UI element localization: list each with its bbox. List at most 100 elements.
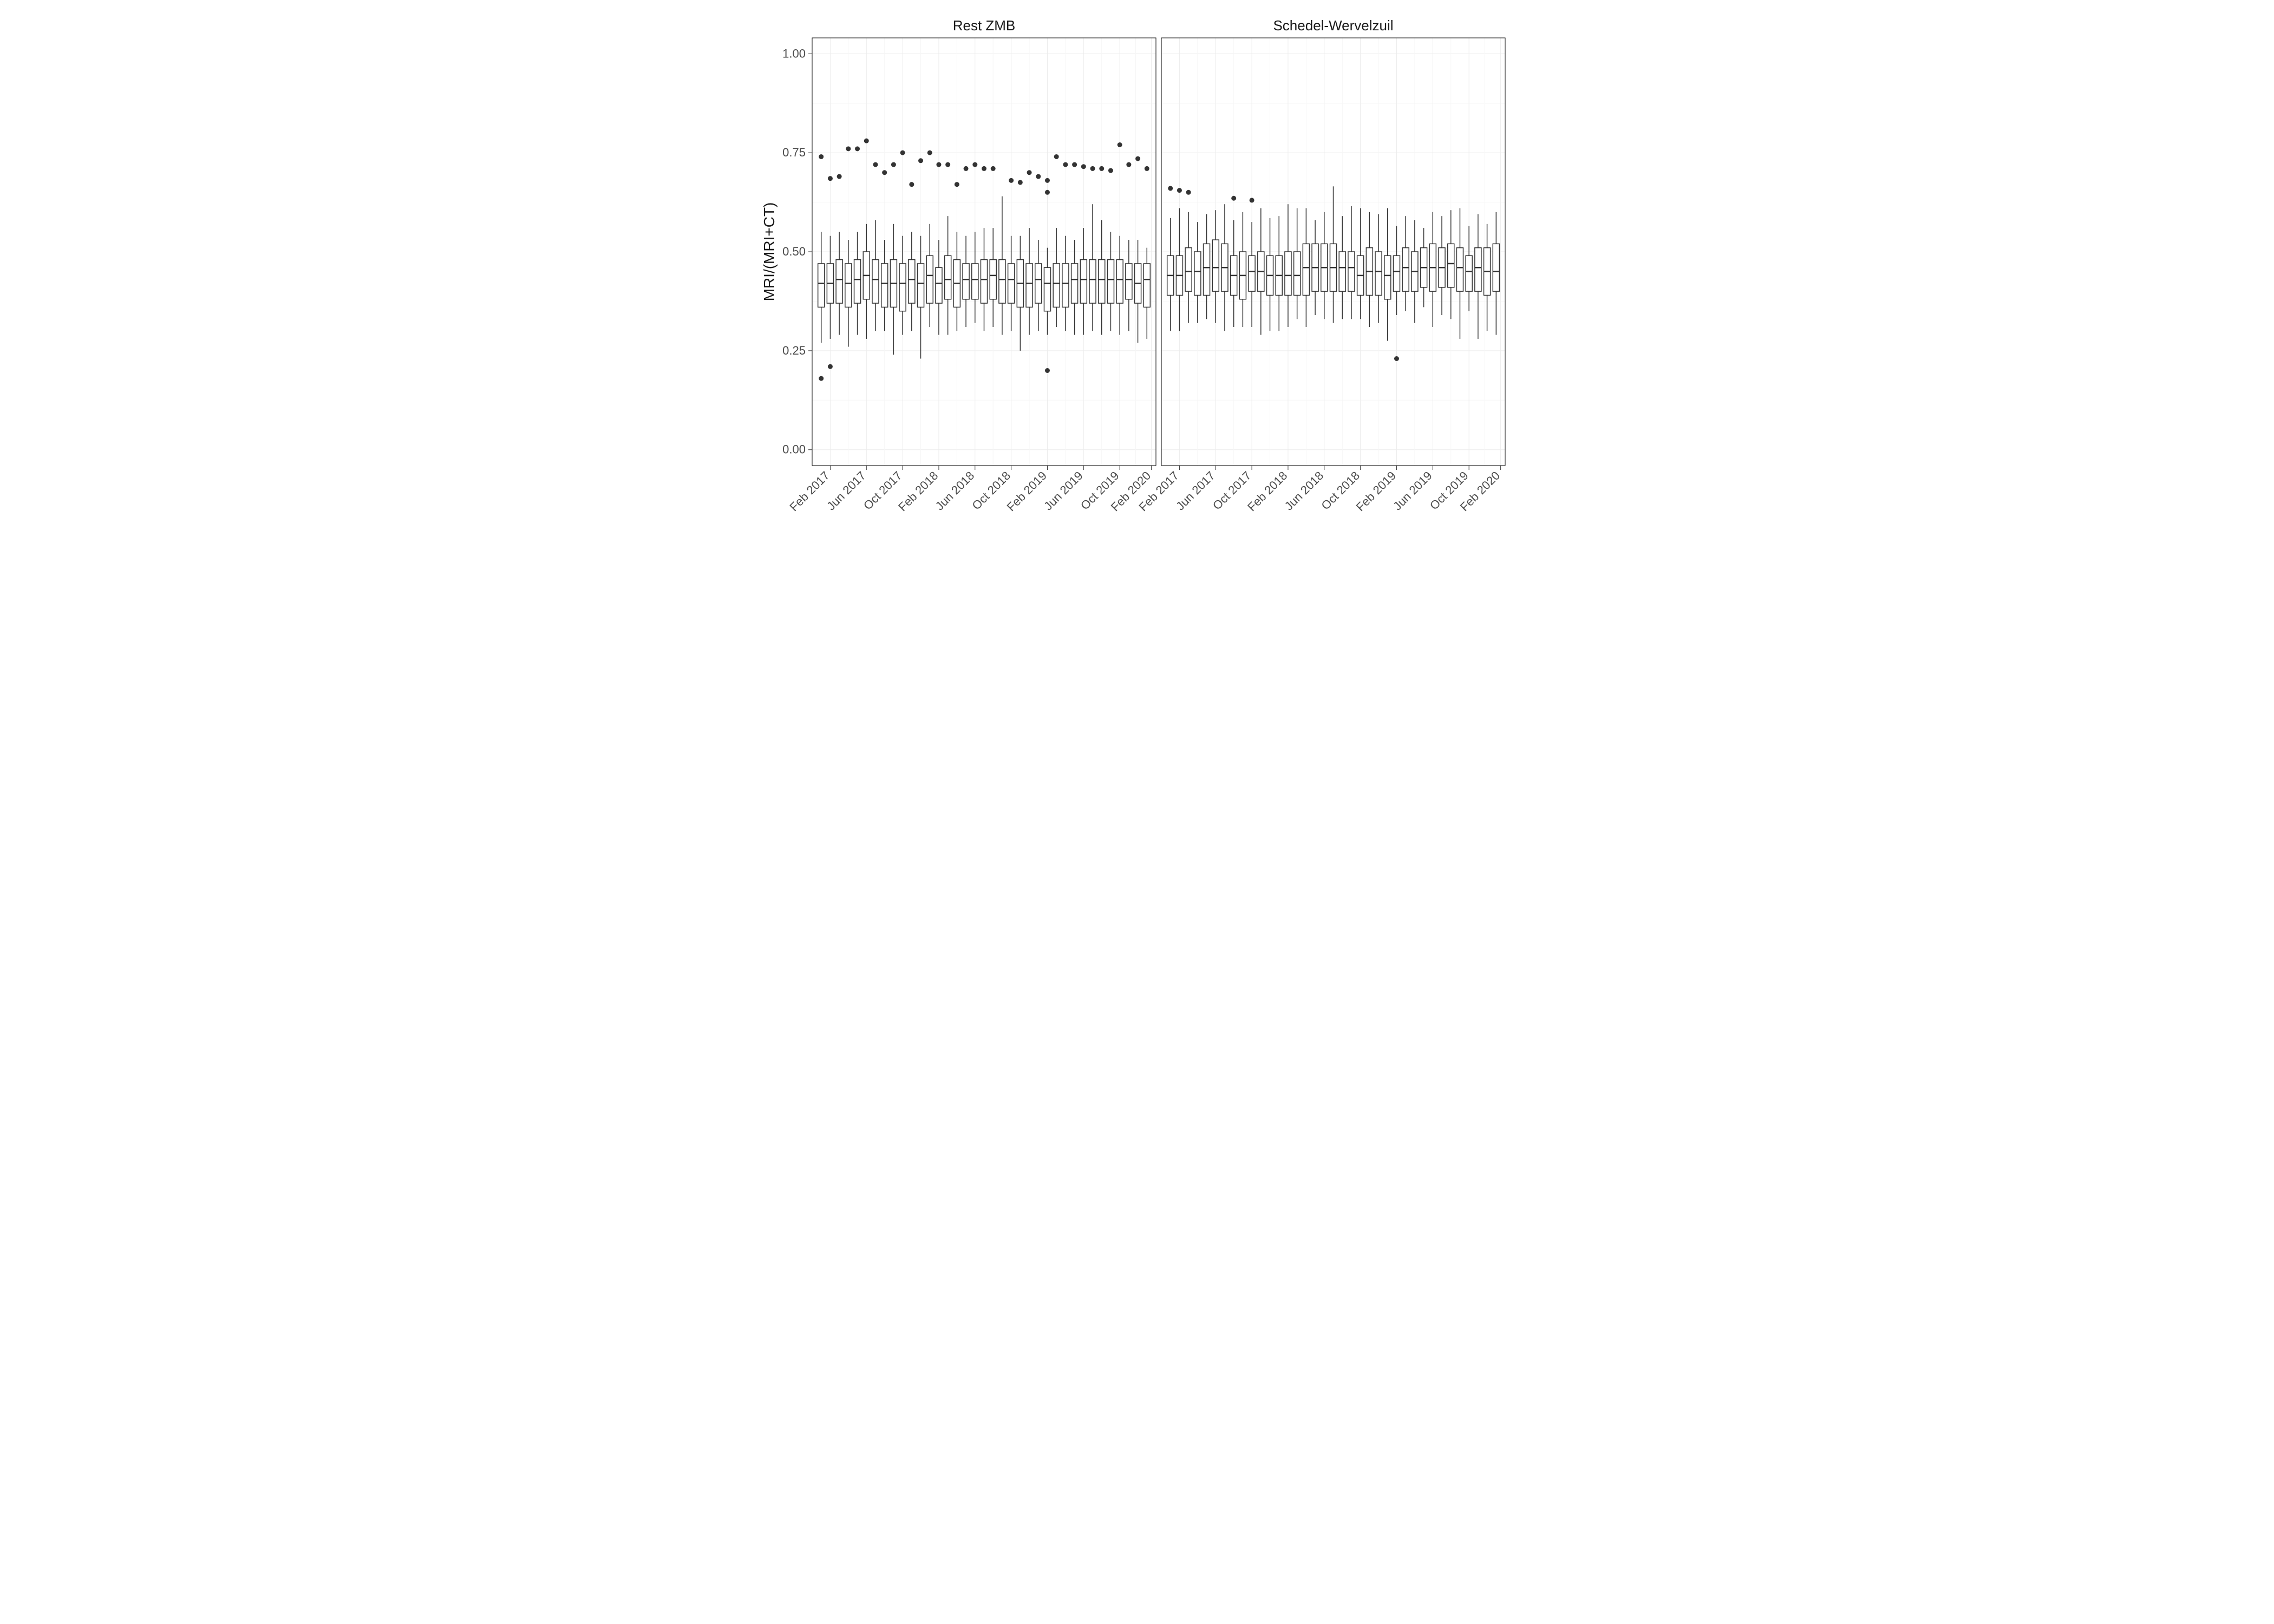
x-tick-label: Jun 2018 bbox=[1282, 469, 1327, 513]
outlier bbox=[828, 364, 833, 369]
outlier bbox=[900, 150, 905, 155]
box bbox=[1062, 264, 1069, 307]
box bbox=[1402, 248, 1409, 291]
outlier bbox=[982, 166, 986, 171]
outlier bbox=[918, 158, 923, 163]
box bbox=[1303, 244, 1309, 295]
outlier bbox=[882, 170, 887, 175]
x-tick-label: Jun 2017 bbox=[824, 469, 868, 513]
box bbox=[963, 264, 969, 299]
box bbox=[1008, 264, 1015, 303]
box bbox=[1348, 252, 1355, 291]
box bbox=[1475, 248, 1481, 291]
outlier bbox=[1168, 186, 1173, 191]
box bbox=[945, 256, 951, 299]
outlier bbox=[1081, 164, 1086, 169]
outlier bbox=[1108, 168, 1113, 173]
outlier bbox=[955, 182, 959, 187]
box bbox=[981, 260, 987, 303]
y-tick-label: 0.75 bbox=[782, 146, 806, 159]
box bbox=[1384, 256, 1391, 299]
outlier bbox=[991, 166, 996, 171]
outlier bbox=[1045, 368, 1050, 373]
box bbox=[999, 260, 1005, 303]
box bbox=[1285, 252, 1291, 295]
chart-container: MRI/(MRI+CT) 0.00 0.25 0.50 0.75 1.00Rest ZMB… bbox=[758, 11, 1516, 552]
outlier bbox=[964, 166, 969, 171]
outlier bbox=[846, 146, 851, 151]
facet-panel: Rest ZMBFeb 2017Jun 2017Oct 2017Feb 2018… bbox=[787, 17, 1156, 514]
box bbox=[1393, 256, 1400, 291]
outlier bbox=[1394, 356, 1399, 361]
box bbox=[881, 264, 888, 307]
box bbox=[1375, 252, 1382, 295]
outlier bbox=[1027, 170, 1032, 175]
box bbox=[1080, 260, 1087, 303]
outlier bbox=[1250, 198, 1254, 202]
box bbox=[1448, 244, 1454, 287]
facet-panel: Schedel-WervelzuilFeb 2017Jun 2017Oct 20… bbox=[1136, 17, 1505, 514]
x-tick-label: Jun 2019 bbox=[1390, 469, 1435, 513]
y-tick-label: 0.25 bbox=[782, 344, 806, 357]
box bbox=[1035, 264, 1042, 303]
box bbox=[1249, 256, 1255, 291]
outlier bbox=[1099, 166, 1104, 171]
box bbox=[1493, 244, 1499, 291]
box bbox=[818, 264, 825, 307]
x-tick-label: Feb 2017 bbox=[787, 469, 832, 514]
box bbox=[1053, 264, 1060, 307]
y-tick-label: 0.00 bbox=[782, 443, 806, 456]
outlier bbox=[891, 162, 896, 167]
box bbox=[1107, 260, 1114, 303]
box bbox=[854, 260, 861, 303]
x-tick-label: Jun 2018 bbox=[933, 469, 977, 513]
y-tick-label: 0.50 bbox=[782, 245, 806, 258]
box bbox=[1294, 252, 1301, 295]
y-tick-label: 1.00 bbox=[782, 47, 806, 60]
x-tick-label: Jun 2017 bbox=[1173, 469, 1218, 513]
box bbox=[1143, 264, 1150, 307]
outlier bbox=[819, 376, 824, 381]
outlier bbox=[1090, 166, 1095, 171]
x-tick-label: Feb 2018 bbox=[1245, 469, 1290, 514]
box bbox=[1185, 248, 1192, 291]
outlier bbox=[1145, 166, 1149, 171]
outlier bbox=[927, 150, 932, 155]
facet-title: Schedel-Wervelzuil bbox=[1273, 17, 1393, 34]
y-axis-title: MRI/(MRI+CT) bbox=[761, 202, 777, 302]
outlier bbox=[1186, 190, 1191, 195]
box bbox=[936, 267, 942, 303]
box bbox=[1089, 260, 1096, 303]
box bbox=[872, 260, 879, 303]
outlier bbox=[1018, 180, 1023, 185]
box bbox=[918, 264, 924, 307]
outlier bbox=[1135, 156, 1140, 161]
box bbox=[836, 260, 842, 303]
box bbox=[926, 256, 933, 303]
outlier bbox=[1126, 162, 1131, 167]
box bbox=[990, 260, 996, 299]
x-tick-label: Feb 2019 bbox=[1354, 469, 1399, 514]
box bbox=[1044, 267, 1050, 311]
box bbox=[1071, 264, 1078, 303]
outlier bbox=[837, 174, 842, 179]
outlier bbox=[1072, 162, 1077, 167]
outlier bbox=[1177, 188, 1182, 193]
outlier bbox=[972, 162, 977, 167]
outlier bbox=[864, 139, 869, 143]
outlier bbox=[1063, 162, 1068, 167]
box bbox=[972, 264, 978, 299]
box bbox=[1099, 260, 1105, 303]
outlier bbox=[873, 162, 878, 167]
outlier bbox=[1054, 154, 1059, 159]
outlier bbox=[1009, 178, 1014, 183]
box bbox=[1204, 244, 1210, 295]
outlier bbox=[1231, 196, 1236, 201]
outlier bbox=[945, 162, 950, 167]
x-tick-label: Jun 2019 bbox=[1041, 469, 1086, 513]
box bbox=[1126, 264, 1132, 299]
box bbox=[1456, 248, 1463, 291]
x-tick-label: Feb 2019 bbox=[1004, 469, 1049, 514]
box bbox=[1194, 252, 1201, 295]
outlier bbox=[1045, 178, 1050, 183]
